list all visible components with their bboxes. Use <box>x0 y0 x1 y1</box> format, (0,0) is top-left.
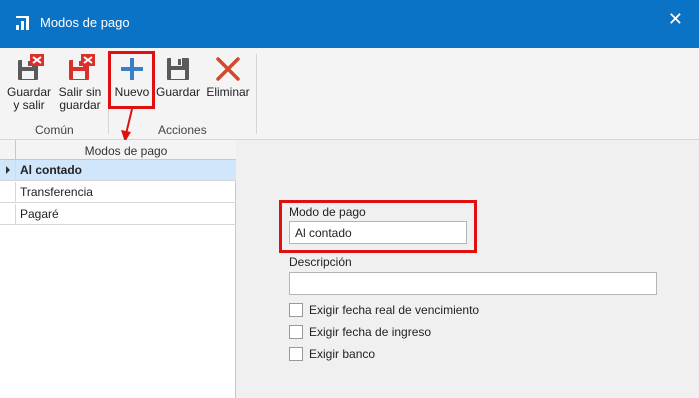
row-cell: Al contado <box>20 163 82 177</box>
title-bar: Modos de pago ✕ <box>0 0 699 48</box>
close-icon[interactable]: ✕ <box>668 9 683 30</box>
table-row[interactable]: Transferencia <box>0 182 236 203</box>
row-cell: Transferencia <box>20 185 93 199</box>
delete-x-icon <box>216 57 240 81</box>
checkbox-box[interactable] <box>289 325 303 339</box>
column-header-modos-de-pago[interactable]: Modos de pago <box>16 144 236 158</box>
delete-label: Eliminar <box>206 85 250 99</box>
app-logo-icon <box>16 16 29 30</box>
ribbon-toolbar: Guardar y salir Salir sin guardar Nuevo <box>0 48 699 140</box>
new-button-highlight <box>108 51 155 109</box>
checkbox-exigir-fecha-real[interactable]: Exigir fecha real de vencimiento <box>289 303 479 317</box>
checkbox-label: Exigir banco <box>309 347 376 361</box>
checkbox-box[interactable] <box>289 347 303 361</box>
mode-field-highlight <box>279 200 477 253</box>
row-cell: Pagaré <box>20 207 59 221</box>
exit-nosave-icon <box>69 54 95 80</box>
row-indicator <box>0 204 16 225</box>
row-indicator <box>0 160 16 181</box>
grid-corner <box>0 140 16 160</box>
save-label: Guardar <box>155 85 201 99</box>
exit-without-saving-button[interactable]: Salir sin guardar <box>56 54 104 112</box>
row-indicator <box>0 182 16 203</box>
delete-button[interactable]: Eliminar <box>204 54 252 99</box>
group-separator <box>256 54 257 134</box>
table-row[interactable]: Al contado <box>0 160 236 181</box>
save-exit-icon <box>18 54 44 80</box>
grid-header: Modos de pago <box>0 140 236 160</box>
save-button[interactable]: Guardar <box>155 54 201 99</box>
description-input[interactable] <box>289 272 657 295</box>
description-label: Descripción <box>289 255 352 269</box>
save-icon <box>167 58 189 80</box>
checkbox-label: Exigir fecha de ingreso <box>309 325 432 339</box>
detail-form: Modo de pago Descripción Exigir fecha re… <box>237 141 699 398</box>
payment-modes-grid: Modos de pago Al contado Transferencia P… <box>0 140 236 398</box>
exit-nosave-label-2: guardar <box>59 98 101 112</box>
annotation-arrow <box>121 108 133 142</box>
save-exit-label-2: y salir <box>13 98 45 112</box>
checkbox-exigir-fecha-ingreso[interactable]: Exigir fecha de ingreso <box>289 325 431 339</box>
group-label-comun: Común <box>35 123 74 137</box>
checkbox-label: Exigir fecha real de vencimiento <box>309 303 480 317</box>
row-pointer-icon <box>6 166 10 174</box>
window-title: Modos de pago <box>40 15 130 30</box>
checkbox-exigir-banco[interactable]: Exigir banco <box>289 347 375 361</box>
save-and-exit-button[interactable]: Guardar y salir <box>6 54 52 112</box>
checkbox-box[interactable] <box>289 303 303 317</box>
table-row[interactable]: Pagaré <box>0 204 236 225</box>
group-label-acciones: Acciones <box>158 123 207 137</box>
